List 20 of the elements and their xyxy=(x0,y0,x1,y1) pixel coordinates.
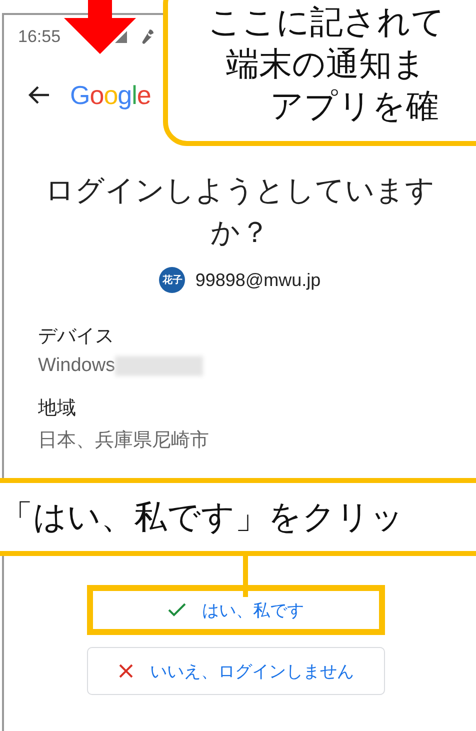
confirm-button[interactable]: はい、私です xyxy=(87,585,385,635)
callout-text: 端末の通知ま xyxy=(226,43,426,85)
detail-value: 日本、兵庫県尼崎市 xyxy=(38,429,209,453)
callout-text: アプリを確 xyxy=(270,85,439,127)
account-email: 99898@mwu.jp xyxy=(195,270,321,290)
callout-text: ここに記されて xyxy=(208,1,445,43)
deny-button[interactable]: いいえ、ログインしません xyxy=(87,647,385,695)
down-arrow-icon xyxy=(62,0,138,56)
page-title: ログインしようとしていますか？ xyxy=(44,172,436,251)
back-arrow-icon[interactable] xyxy=(28,85,50,105)
status-time: 16:55 xyxy=(18,27,61,47)
detail-value: Windows xyxy=(38,355,116,377)
detail-label: 地域 xyxy=(38,396,77,421)
account-avatar: 花子 xyxy=(159,267,186,293)
check-icon xyxy=(168,603,186,617)
close-icon xyxy=(118,663,134,679)
detail-label: デバイス xyxy=(38,324,115,349)
google-logo: Google xyxy=(70,80,151,110)
instruction-text: 「はい、私です」をクリッ xyxy=(0,496,404,538)
signal-icon xyxy=(112,29,129,45)
